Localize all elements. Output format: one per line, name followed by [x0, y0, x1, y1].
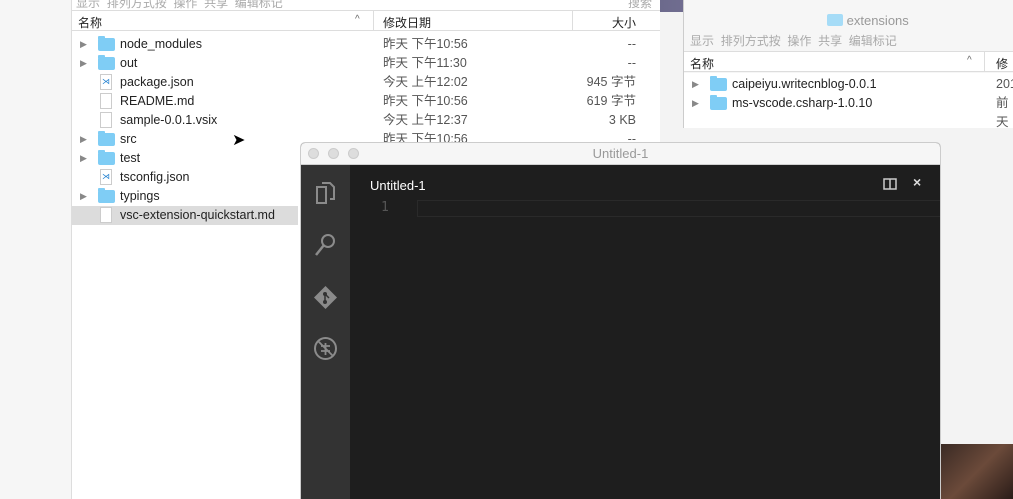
- toolbar-share[interactable]: 共享: [204, 0, 228, 10]
- window-title-text: extensions: [846, 13, 909, 28]
- toolbar-tags[interactable]: 编辑标记: [235, 0, 283, 10]
- file-size: --: [627, 37, 636, 51]
- editor-tab-untitled[interactable]: Untitled-1: [370, 178, 426, 193]
- file-size: 3 KB: [608, 113, 636, 127]
- vscode-window: Untitled-1 Untitled-1 × 1: [300, 142, 941, 499]
- file-name: test: [120, 151, 141, 165]
- file-row[interactable]: ▶ caipeiyu.writecnblog-0.0.1 201: [684, 75, 1013, 94]
- activity-bar: [301, 165, 350, 499]
- file-icon: [100, 167, 112, 186]
- file-name: caipeiyu.writecnblog-0.0.1: [732, 77, 877, 91]
- file-name: typings: [120, 189, 160, 203]
- folder-icon: [710, 76, 727, 91]
- disclosure-triangle-icon[interactable]: ▶: [692, 75, 699, 94]
- file-row[interactable]: package.json 今天 上午12:02 945 字节: [72, 72, 660, 92]
- column-size[interactable]: 大小: [612, 14, 636, 31]
- debug-icon[interactable]: [313, 336, 338, 361]
- file-date: 今天 上午12:02: [383, 75, 468, 89]
- files-icon[interactable]: [313, 180, 338, 205]
- file-name: out: [120, 56, 138, 70]
- file-row[interactable]: ▶ node_modules 昨天 下午10:56 --: [72, 35, 660, 54]
- finder-toolbar: 显示 排列方式按 操作 共享 编辑标记: [690, 32, 897, 49]
- file-row[interactable]: vsc-extension-quickstart.md: [72, 206, 298, 225]
- window-title: Untitled-1: [592, 146, 649, 161]
- file-size: --: [627, 56, 636, 70]
- file-date: 昨天 下午10:56: [383, 94, 468, 108]
- file-row[interactable]: README.md 昨天 下午10:56 619 字节: [72, 92, 660, 111]
- folder-icon: [98, 131, 115, 146]
- toolbar-sort[interactable]: 排列方式按: [107, 0, 167, 10]
- file-name: src: [120, 132, 137, 146]
- disclosure-triangle-icon[interactable]: ▶: [80, 149, 87, 168]
- disclosure-triangle-icon[interactable]: ▶: [80, 187, 87, 206]
- file-name: README.md: [120, 94, 195, 108]
- toolbar-tags[interactable]: 编辑标记: [849, 34, 897, 48]
- file-date: 今天 上午12:37: [383, 113, 468, 127]
- file-date: 201: [996, 77, 1013, 91]
- line-number: 1: [381, 200, 389, 215]
- toolbar-action[interactable]: 操作: [787, 34, 811, 48]
- folder-icon: [98, 150, 115, 165]
- toolbar-share[interactable]: 共享: [818, 34, 842, 48]
- search-icon[interactable]: [313, 232, 338, 257]
- title-bar: Untitled-1: [301, 143, 940, 165]
- disclosure-triangle-icon[interactable]: ▶: [80, 130, 87, 149]
- file-row[interactable]: ▶ out 昨天 下午11:30 --: [72, 54, 660, 73]
- file-size: 619 字节: [586, 94, 636, 108]
- file-size: 945 字节: [586, 75, 636, 89]
- current-line-highlight[interactable]: [417, 200, 940, 217]
- file-name: node_modules: [120, 37, 203, 51]
- disclosure-triangle-icon[interactable]: ▶: [692, 94, 699, 113]
- folder-icon: [710, 95, 727, 110]
- file-date: 昨天 下午11:30: [383, 56, 467, 70]
- sort-ascending-icon[interactable]: ^: [967, 55, 972, 66]
- toolbar-view[interactable]: 显示: [690, 34, 714, 48]
- file-icon: [100, 93, 112, 109]
- split-editor-icon[interactable]: [883, 178, 897, 190]
- file-row[interactable]: ▶ ms-vscode.csharp-1.0.10 前天: [684, 94, 1013, 129]
- column-name[interactable]: 名称: [690, 55, 714, 72]
- finder-window-right: extensions 显示 排列方式按 操作 共享 编辑标记 名称 ^ 修改 ▶…: [683, 0, 1013, 129]
- file-name: ms-vscode.csharp-1.0.10: [732, 96, 873, 110]
- disclosure-triangle-icon[interactable]: ▶: [80, 35, 87, 54]
- file-icon: [100, 207, 112, 223]
- background-image: [941, 444, 1013, 499]
- folder-icon: [827, 14, 843, 26]
- disclosure-triangle-icon[interactable]: ▶: [80, 54, 87, 73]
- folder-icon: [98, 188, 115, 203]
- file-name: vsc-extension-quickstart.md: [120, 208, 275, 222]
- close-editor-icon[interactable]: ×: [913, 174, 921, 190]
- column-name[interactable]: 名称: [78, 14, 102, 31]
- folder-icon: [98, 55, 115, 70]
- file-name: package.json: [120, 75, 194, 89]
- file-name: tsconfig.json: [120, 170, 190, 184]
- folder-icon: [98, 36, 115, 51]
- file-date: 前天: [996, 96, 1009, 129]
- file-date: 昨天 下午10:56: [383, 37, 468, 51]
- toolbar-action[interactable]: 操作: [173, 0, 197, 10]
- git-icon[interactable]: [313, 285, 338, 310]
- file-icon: [100, 72, 112, 91]
- column-header: 名称 ^ 修改日期 大小: [72, 10, 660, 31]
- toolbar-view[interactable]: 显示: [76, 0, 100, 10]
- toolbar-sort[interactable]: 排列方式按: [721, 34, 781, 48]
- sort-ascending-icon[interactable]: ^: [355, 14, 360, 25]
- file-row[interactable]: sample-0.0.1.vsix 今天 上午12:37 3 KB: [72, 111, 660, 130]
- file-icon: [100, 112, 112, 128]
- mouse-cursor-icon: ➤: [232, 132, 246, 149]
- file-name: sample-0.0.1.vsix: [120, 113, 218, 127]
- column-header: 名称 ^ 修改: [684, 51, 1013, 88]
- window-title: extensions: [827, 13, 909, 28]
- column-date[interactable]: 修改日期: [383, 14, 431, 31]
- sidebar-background: [0, 0, 72, 499]
